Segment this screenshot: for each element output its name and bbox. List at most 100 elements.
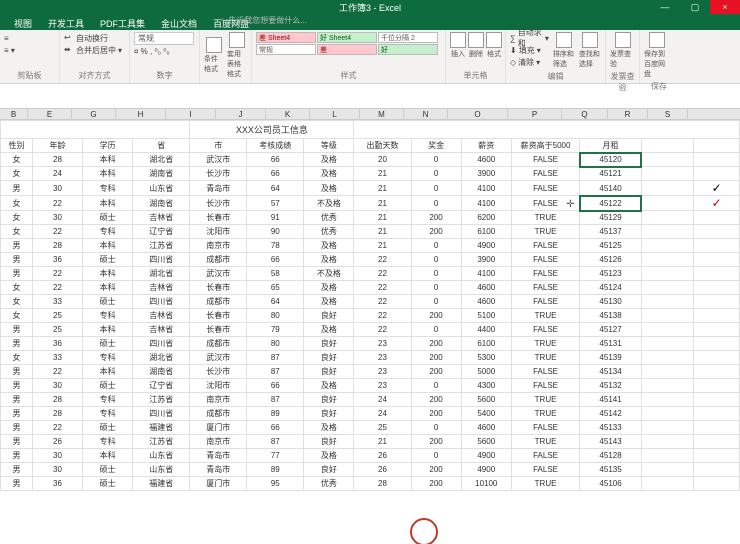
cell[interactable]: 28: [32, 153, 82, 167]
cell[interactable]: 辽宁省: [133, 379, 190, 393]
cell[interactable]: 本科: [83, 167, 133, 181]
cell[interactable]: 6200: [461, 211, 511, 225]
cell[interactable]: 及格: [304, 167, 354, 181]
cell[interactable]: FALSE: [511, 153, 579, 167]
cell[interactable]: [694, 153, 740, 167]
cell[interactable]: 青岛市: [190, 463, 247, 477]
cell[interactable]: [641, 267, 693, 281]
cell[interactable]: 良好: [304, 351, 354, 365]
cell[interactable]: 4900: [461, 463, 511, 477]
cell[interactable]: 23: [354, 351, 411, 365]
cell[interactable]: [641, 407, 693, 421]
cell[interactable]: 4600: [461, 421, 511, 435]
header-cell[interactable]: 省: [133, 139, 190, 153]
cell[interactable]: [641, 253, 693, 267]
cell[interactable]: [641, 365, 693, 379]
cell[interactable]: 0: [411, 153, 461, 167]
cell[interactable]: 26: [354, 463, 411, 477]
cell[interactable]: 男: [1, 477, 33, 491]
col-header[interactable]: B: [0, 109, 28, 119]
cell[interactable]: TRUE: [511, 351, 579, 365]
cell[interactable]: 5600: [461, 393, 511, 407]
cell[interactable]: 0: [411, 379, 461, 393]
cell[interactable]: 女: [1, 167, 33, 181]
cell[interactable]: 87: [247, 393, 304, 407]
cell[interactable]: [641, 196, 693, 211]
col-header[interactable]: P: [508, 109, 562, 119]
cell[interactable]: 28: [354, 477, 411, 491]
save-baidu[interactable]: 保存到百度网盘: [644, 32, 670, 79]
cell[interactable]: 良好: [304, 393, 354, 407]
style-thousand-sep[interactable]: 千位分隔 2: [378, 32, 438, 43]
cell[interactable]: [694, 225, 740, 239]
cell[interactable]: 及格: [304, 323, 354, 337]
insert-cells[interactable]: 插入: [450, 32, 466, 59]
cell[interactable]: 男: [1, 267, 33, 281]
cell[interactable]: 硕士: [83, 463, 133, 477]
cell[interactable]: 专科: [83, 225, 133, 239]
cell[interactable]: 福建省: [133, 421, 190, 435]
currency-btns[interactable]: ¤ % , ⁰₀ ⁰₀: [134, 45, 195, 57]
cell[interactable]: 45132: [580, 379, 642, 393]
cell[interactable]: 4600: [461, 281, 511, 295]
cell-styles-gallery[interactable]: 差 Sheet4 好 Sheet4 千位分隔 2 常规 差 好: [256, 32, 446, 55]
table-format[interactable]: 套用表格格式: [227, 32, 247, 79]
cell[interactable]: 28: [32, 407, 82, 421]
cell[interactable]: 优秀: [304, 225, 354, 239]
cell[interactable]: [694, 449, 740, 463]
cell[interactable]: 吉林省: [133, 309, 190, 323]
cell[interactable]: 87: [247, 365, 304, 379]
style-bad[interactable]: 差: [317, 44, 377, 55]
cell[interactable]: 沈阳市: [190, 379, 247, 393]
cell[interactable]: TRUE: [511, 477, 579, 491]
cell[interactable]: 武汉市: [190, 153, 247, 167]
cell[interactable]: 4100: [461, 196, 511, 211]
cell[interactable]: 22: [354, 267, 411, 281]
cell[interactable]: 男: [1, 421, 33, 435]
cell[interactable]: 200: [411, 463, 461, 477]
cell[interactable]: 及格: [304, 281, 354, 295]
cell[interactable]: 0: [411, 253, 461, 267]
cell[interactable]: 77: [247, 449, 304, 463]
cell[interactable]: [641, 211, 693, 225]
cell[interactable]: 45140: [580, 181, 642, 196]
cell[interactable]: 女: [1, 309, 33, 323]
cell[interactable]: 男: [1, 393, 33, 407]
cell[interactable]: 33: [32, 351, 82, 365]
cell[interactable]: [641, 449, 693, 463]
cell[interactable]: 23: [354, 379, 411, 393]
cell[interactable]: 0: [411, 449, 461, 463]
cell[interactable]: 95: [247, 477, 304, 491]
header-cell[interactable]: [641, 139, 693, 153]
cell[interactable]: 成都市: [190, 253, 247, 267]
cell[interactable]: 女: [1, 225, 33, 239]
cell[interactable]: 武汉市: [190, 267, 247, 281]
cell[interactable]: 良好: [304, 337, 354, 351]
tab-view[interactable]: 视图: [6, 14, 40, 30]
cell[interactable]: 4400: [461, 323, 511, 337]
cell[interactable]: 25: [32, 323, 82, 337]
cell[interactable]: 45129: [580, 211, 642, 225]
cell[interactable]: 0: [411, 239, 461, 253]
cell[interactable]: [641, 323, 693, 337]
cell[interactable]: 男: [1, 337, 33, 351]
cell[interactable]: 25: [32, 309, 82, 323]
header-cell[interactable]: 出勤天数: [354, 139, 411, 153]
cell[interactable]: 66: [247, 167, 304, 181]
header-cell[interactable]: 考核成绩: [247, 139, 304, 153]
cell[interactable]: 4100: [461, 267, 511, 281]
col-header[interactable]: S: [648, 109, 688, 119]
cell[interactable]: [641, 225, 693, 239]
cell[interactable]: 36: [32, 337, 82, 351]
cell[interactable]: 5300: [461, 351, 511, 365]
cell[interactable]: TRUE: [511, 435, 579, 449]
cell[interactable]: 45130: [580, 295, 642, 309]
cell[interactable]: 武汉市: [190, 351, 247, 365]
cell[interactable]: [694, 477, 740, 491]
cell[interactable]: 89: [247, 407, 304, 421]
cell[interactable]: 成都市: [190, 295, 247, 309]
cell[interactable]: 不及格: [304, 196, 354, 211]
align-center[interactable]: ≡ ▾: [4, 44, 55, 56]
close-button[interactable]: ×: [710, 0, 740, 14]
cell[interactable]: 江苏省: [133, 435, 190, 449]
